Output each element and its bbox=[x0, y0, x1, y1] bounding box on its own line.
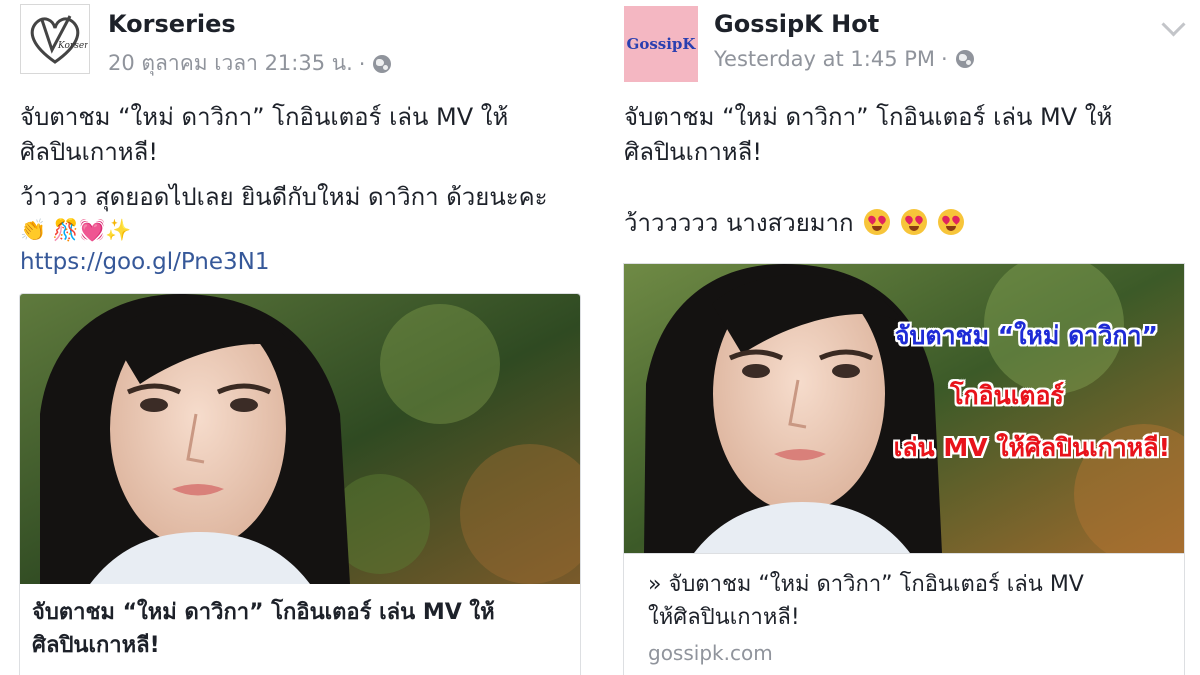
card-title-line: ศิลปินเกาหลี! bbox=[32, 633, 160, 658]
post-link[interactable]: https://goo.gl/Pne3N1 bbox=[20, 245, 548, 280]
korseries-logo-icon: Korseries bbox=[30, 15, 88, 64]
heart-eyes-emoji bbox=[864, 209, 891, 235]
post-text-line: ว้าววว สุดยอดไปเลย ยินดีกับใหม่ ดาวิกา ด… bbox=[20, 183, 548, 211]
post-text-line: จับตาชม “ใหม่ ดาวิกา” โกอินเตอร์ เล่น MV… bbox=[20, 103, 509, 131]
avatar-gossipk[interactable]: GossipK bbox=[624, 6, 698, 82]
avatar-korseries[interactable]: Korseries bbox=[20, 4, 90, 74]
post-meta: 20 ตุลาคม เวลา 21:35 น. · bbox=[108, 47, 392, 80]
post-text-line: จับตาชม “ใหม่ ดาวิกา” โกอินเตอร์ เล่น MV… bbox=[624, 103, 1113, 131]
post-text-line: ว้าววววว นางสวยมาก bbox=[624, 206, 1112, 241]
page-name[interactable]: Korseries bbox=[108, 10, 236, 38]
post-text-line-content: ว้าววววว นางสวยมาก bbox=[624, 209, 854, 237]
post-text: จับตาชม “ใหม่ ดาวิกา” โกอินเตอร์ เล่น MV… bbox=[624, 100, 1112, 241]
link-preview-card[interactable]: จับตาชม “ใหม่ ดาวิกา” โกอินเตอร์ เล่น MV… bbox=[623, 263, 1185, 675]
timestamp[interactable]: Yesterday at 1:45 PM bbox=[714, 47, 935, 71]
overlay-headline-line: จับตาชม “ใหม่ ดาวิกา” bbox=[894, 321, 1158, 350]
post-gossipk-hot: GossipK GossipK Hot Yesterday at 1:45 PM… bbox=[604, 0, 1200, 675]
meta-separator: · bbox=[358, 51, 366, 76]
portrait-photo bbox=[624, 264, 1184, 553]
timestamp[interactable]: 20 ตุลาคม เวลา 21:35 น. bbox=[108, 47, 353, 80]
globe-icon bbox=[955, 50, 974, 68]
post-korseries: Korseries Korseries 20 ตุลาคม เวลา 21:35… bbox=[0, 0, 600, 675]
globe-icon bbox=[373, 54, 392, 73]
preview-photo[interactable] bbox=[20, 294, 580, 584]
post-text-line: ศิลปินเกาหลี! bbox=[624, 138, 762, 166]
overlay-headline-line: โกอินเตอร์ bbox=[950, 381, 1064, 410]
preview-photo[interactable]: จับตาชม “ใหม่ ดาวิกา” โกอินเตอร์ เล่น MV… bbox=[624, 264, 1184, 553]
avatar-logo-text: Korseries bbox=[57, 41, 88, 51]
heart-eyes-emoji bbox=[937, 209, 964, 235]
post-text: จับตาชม “ใหม่ ดาวิกา” โกอินเตอร์ เล่น MV… bbox=[20, 100, 548, 280]
chevron-down-icon[interactable] bbox=[1161, 12, 1186, 37]
post-text-line: ศิลปินเกาหลี! bbox=[20, 138, 158, 166]
link-preview-card[interactable]: จับตาชม “ใหม่ ดาวิกา” โกอินเตอร์ เล่น MV… bbox=[19, 293, 581, 675]
post-meta: Yesterday at 1:45 PM · bbox=[714, 47, 974, 71]
card-domain[interactable]: gossipk.com bbox=[648, 641, 773, 665]
card-title[interactable]: จับตาชม “ใหม่ ดาวิกา” โกอินเตอร์ เล่น MV… bbox=[32, 596, 572, 662]
emoji-line: 👏 🎊💓✨ bbox=[20, 218, 132, 242]
card-title-line: » จับตาชม “ใหม่ ดาวิกา” โกอินเตอร์ เล่น … bbox=[648, 572, 1084, 597]
heart-eyes-emoji bbox=[900, 209, 927, 235]
page-name[interactable]: GossipK Hot bbox=[714, 10, 879, 38]
avatar-logo-text: GossipK bbox=[626, 35, 696, 53]
meta-separator: · bbox=[941, 47, 948, 71]
overlay-headline-line: เล่น MV ให้ศิลปินเกาหลี! bbox=[893, 433, 1170, 462]
card-title-line: จับตาชม “ใหม่ ดาวิกา” โกอินเตอร์ เล่น MV… bbox=[32, 600, 495, 625]
card-title[interactable]: » จับตาชม “ใหม่ ดาวิกา” โกอินเตอร์ เล่น … bbox=[648, 568, 1178, 634]
portrait-photo bbox=[20, 294, 580, 584]
card-title-line: ให้ศิลปินเกาหลี! bbox=[648, 605, 800, 630]
